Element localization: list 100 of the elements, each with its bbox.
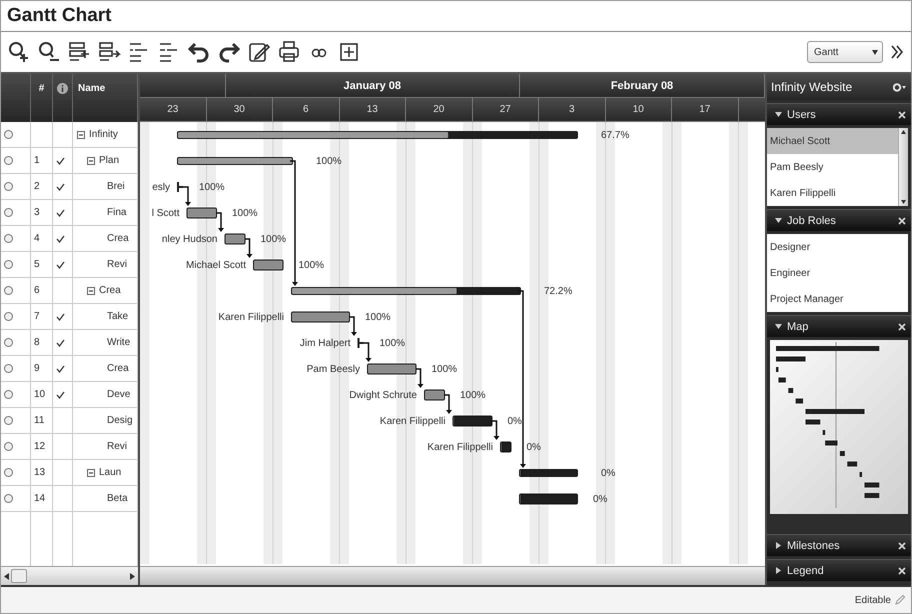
status-text: Editable bbox=[854, 594, 891, 606]
status-icon bbox=[4, 468, 13, 477]
zoom-in-icon[interactable] bbox=[7, 40, 31, 64]
collapse-icon[interactable] bbox=[87, 286, 95, 294]
percent-label: 0% bbox=[526, 442, 541, 453]
resource-label: esly bbox=[152, 182, 170, 193]
print-icon[interactable] bbox=[277, 40, 301, 64]
chevrons-right-icon[interactable] bbox=[889, 44, 905, 60]
checkmark-icon bbox=[56, 234, 65, 242]
week-header: 27 bbox=[472, 98, 539, 121]
panel-title: Infinity Website bbox=[771, 80, 852, 94]
resource-label: Karen Filippelli bbox=[218, 312, 284, 323]
scrollbar-thumb[interactable] bbox=[11, 569, 27, 583]
percent-label: 0% bbox=[601, 468, 616, 479]
percent-label: 0% bbox=[508, 416, 522, 427]
row-number: 5 bbox=[34, 259, 40, 270]
checkmark-icon bbox=[56, 156, 65, 164]
section-header[interactable]: Milestones bbox=[767, 534, 911, 556]
task-name: Infinity bbox=[89, 129, 118, 140]
collapsed-arrow-icon[interactable] bbox=[775, 542, 782, 549]
section-header[interactable]: Users bbox=[767, 103, 911, 125]
task-name: Take bbox=[107, 311, 128, 322]
insert-row-icon[interactable] bbox=[97, 40, 121, 64]
task-name: Deve bbox=[107, 389, 130, 400]
percent-label: 100% bbox=[432, 364, 458, 375]
scroll-up-icon[interactable] bbox=[901, 130, 906, 134]
resource-label: Dwight Schrute bbox=[349, 390, 417, 401]
task-name: Crea bbox=[107, 233, 129, 244]
resource-label: l Scott bbox=[152, 208, 180, 219]
zoom-out-icon[interactable] bbox=[37, 40, 61, 64]
checkmark-icon bbox=[56, 182, 65, 190]
resource-label: Karen Filippelli bbox=[380, 416, 446, 427]
status-icon bbox=[4, 286, 13, 295]
checkmark-icon bbox=[56, 208, 65, 216]
close-icon[interactable] bbox=[898, 110, 906, 118]
window-title: Gantt Chart bbox=[7, 5, 112, 27]
week-header: 23 bbox=[140, 98, 206, 121]
status-icon bbox=[4, 234, 13, 243]
percent-label: 100% bbox=[460, 390, 486, 401]
percent-label: 100% bbox=[380, 338, 406, 349]
settings-icon[interactable] bbox=[893, 82, 907, 92]
task-name: Desig bbox=[107, 415, 133, 426]
collapse-icon[interactable] bbox=[87, 156, 95, 164]
view-dropdown[interactable]: Gantt bbox=[807, 41, 883, 63]
percent-label: 100% bbox=[365, 312, 391, 323]
resource-label: nley Hudson bbox=[162, 234, 218, 245]
status-icon bbox=[4, 442, 13, 451]
close-icon[interactable] bbox=[898, 322, 906, 330]
task-name: Write bbox=[107, 337, 130, 348]
add-rows-icon[interactable] bbox=[67, 40, 91, 64]
task-name: Beta bbox=[107, 493, 128, 504]
percent-label: 67.7% bbox=[601, 130, 630, 141]
percent-label: 100% bbox=[199, 182, 225, 193]
close-icon[interactable] bbox=[898, 566, 906, 574]
status-icon bbox=[4, 364, 13, 373]
collapsed-arrow-icon[interactable] bbox=[775, 567, 782, 574]
week-header: 30 bbox=[206, 98, 273, 121]
task-name: Laun bbox=[99, 467, 122, 478]
row-number: 1 bbox=[34, 155, 40, 166]
expanded-arrow-icon[interactable] bbox=[775, 217, 782, 224]
checkmark-icon bbox=[56, 364, 65, 372]
vertical-scrollbar[interactable] bbox=[898, 128, 908, 206]
percent-label: 72.2% bbox=[544, 286, 572, 297]
redo-icon[interactable] bbox=[217, 40, 241, 64]
expand-all-icon[interactable] bbox=[337, 40, 361, 64]
percent-label: 100% bbox=[260, 234, 286, 245]
close-icon[interactable] bbox=[898, 216, 906, 224]
section-header[interactable]: Legend bbox=[767, 559, 911, 581]
week-header: 20 bbox=[406, 98, 472, 121]
scroll-right-icon[interactable] bbox=[130, 572, 135, 580]
section-header[interactable]: Job Roles bbox=[767, 209, 911, 231]
close-icon[interactable] bbox=[898, 542, 906, 550]
status-icon bbox=[4, 390, 13, 399]
scroll-down-icon[interactable] bbox=[901, 200, 906, 204]
collapse-icon[interactable] bbox=[77, 130, 85, 138]
column-header: # bbox=[38, 83, 44, 94]
expanded-arrow-icon[interactable] bbox=[775, 111, 782, 118]
list-item[interactable]: Michael Scott bbox=[767, 128, 898, 154]
scroll-left-icon[interactable] bbox=[4, 572, 9, 580]
percent-label: 0% bbox=[593, 494, 608, 505]
task-name: Brei bbox=[107, 181, 125, 192]
checkmark-icon bbox=[56, 390, 65, 398]
week-header: 17 bbox=[672, 98, 738, 121]
horizontal-scrollbar[interactable] bbox=[140, 566, 765, 585]
section-header[interactable]: Map bbox=[767, 315, 911, 337]
task-name: Revi bbox=[107, 441, 128, 452]
milestone-marker bbox=[358, 337, 364, 349]
week-header: 3 bbox=[539, 98, 606, 121]
resource-label: Pam Beesly bbox=[306, 364, 360, 375]
undo-icon[interactable] bbox=[187, 40, 211, 64]
expanded-arrow-icon[interactable] bbox=[775, 323, 782, 330]
resource-label: Michael Scott bbox=[186, 260, 246, 271]
row-number: 2 bbox=[34, 181, 40, 192]
status-icon bbox=[4, 416, 13, 425]
edit-icon[interactable] bbox=[247, 40, 271, 64]
percent-label: 100% bbox=[298, 260, 324, 271]
collapse-icon[interactable] bbox=[87, 468, 95, 476]
row-number: 8 bbox=[34, 337, 40, 348]
week-header: 10 bbox=[606, 98, 672, 121]
percent-label: 100% bbox=[232, 208, 258, 219]
